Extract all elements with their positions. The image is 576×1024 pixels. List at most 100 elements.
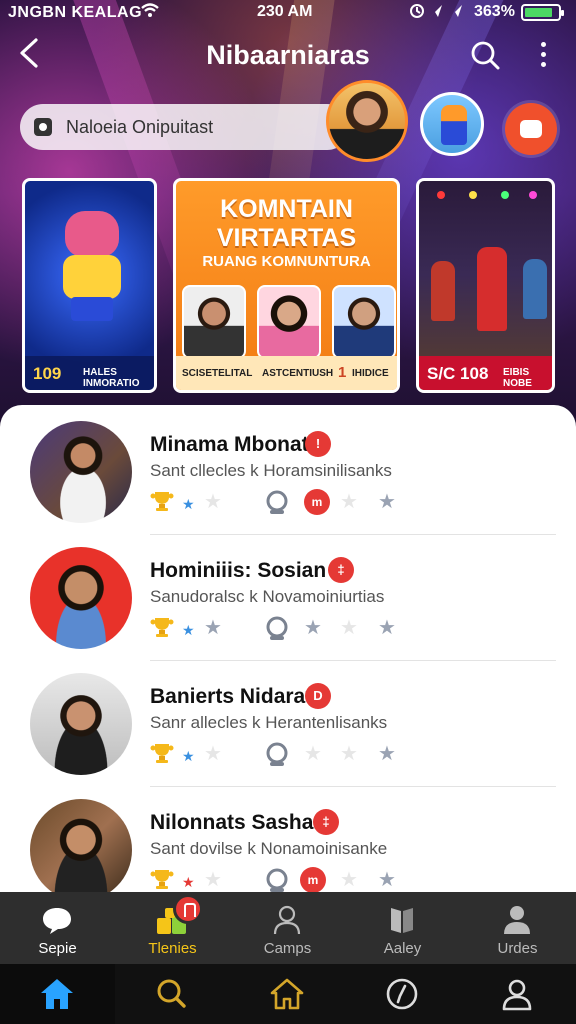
user-stats: ★ ★ ★ ★ ★: [150, 615, 410, 641]
search-badge-icon: [266, 742, 288, 766]
avatar-mascot[interactable]: [420, 92, 484, 156]
red-badge-icon: m: [300, 867, 326, 892]
user-stats: ★ ★ m ★ ★: [150, 489, 410, 515]
card-number: S/C 108: [427, 364, 489, 383]
search-badge-icon: [266, 616, 288, 640]
mascot-illustration: [57, 211, 127, 321]
book-icon: [391, 908, 413, 933]
search-button[interactable]: [470, 40, 500, 70]
nav-search[interactable]: [115, 964, 230, 1024]
card-subtitle: RUANG KOMNUNTURA: [202, 253, 371, 270]
camera-icon: [34, 118, 52, 136]
avatar-featured-host[interactable]: [326, 80, 408, 162]
featured-card-3[interactable]: S/C 108 EIBIS NOBE: [416, 178, 555, 393]
trophy-icon: [150, 492, 174, 511]
tab-label: Urdes: [497, 940, 538, 957]
mascot-figure: [441, 105, 467, 145]
trophy-icon: [150, 744, 174, 763]
card-label: ASTCENTIUSH: [262, 368, 334, 379]
card-number: 1: [338, 364, 347, 381]
tab-label: Aaley: [383, 940, 422, 957]
clock-time: 230 AM: [257, 3, 313, 20]
user-stats: ★ ★ ★ ★ ★: [150, 741, 410, 767]
live-button[interactable]: [505, 103, 557, 155]
search-badge-icon: [266, 868, 288, 892]
card-label: SCISETELITAL: [182, 368, 253, 379]
avatar: [30, 799, 132, 892]
search-icon: [157, 979, 186, 1008]
tab-aaley[interactable]: Aaley: [345, 892, 460, 964]
user-name: Nilonnats Sashari: [150, 811, 328, 834]
status-badge: ‡: [328, 557, 354, 583]
compass-icon: [386, 978, 418, 1010]
list-item[interactable]: Minama Mbonat ! Sant cllecles k Horamsin…: [0, 409, 576, 535]
user-subtitle: Sanr allecles k Herantenlisanks: [150, 713, 388, 732]
user-list: Minama Mbonat ! Sant cllecles k Horamsin…: [0, 405, 576, 892]
user-name: Hominiiis: Sosian: [150, 559, 327, 582]
nav-profile[interactable]: [460, 964, 575, 1024]
home-icon: [41, 979, 73, 1009]
status-bar: JNGBN KEALAG 230 AM 363%: [0, 0, 576, 26]
status-badge: !: [305, 431, 331, 457]
star-icon: ★: [378, 869, 396, 891]
person-figure: [431, 261, 455, 321]
video-icon: [520, 120, 542, 138]
portrait-photo: [257, 285, 321, 359]
star-icon: ★: [182, 622, 195, 638]
search-text: Naloeia Onipuitast: [66, 117, 214, 137]
card-title: KOMNTAIN VIRTARTAS: [216, 195, 357, 252]
user-name: Minama Mbonat: [150, 433, 309, 456]
card-footer: SCISETELITAL ASTCENTIUSH 1 IHIDICE: [176, 356, 397, 390]
user-name: Banierts Nidarat: [150, 685, 313, 708]
card-number: 109: [33, 364, 62, 383]
star-icon: ★: [304, 617, 322, 639]
stage-light: [437, 191, 445, 199]
user-icon: [504, 906, 530, 934]
battery-percent: 363%: [474, 3, 515, 20]
search-bar[interactable]: Naloeia Onipuitast: [20, 104, 350, 150]
list-item[interactable]: Hominiiis: Sosian ‡ Sanudoralsc k Novamo…: [0, 535, 576, 661]
nav-compass[interactable]: [345, 964, 460, 1024]
portrait-photo: [182, 285, 246, 359]
house-outline-icon: [270, 978, 304, 1010]
star-icon: ★: [340, 743, 358, 765]
card-footer: S/C 108 EIBIS NOBE: [419, 356, 552, 390]
star-icon: ★: [204, 491, 222, 513]
trophy-icon: [150, 618, 174, 637]
star-icon: ★: [378, 491, 396, 513]
card-label: HALES INMORATIO: [83, 367, 140, 389]
list-item[interactable]: Nilonnats Sashari ‡ Sant dovilse k Nonam…: [0, 787, 576, 892]
star-icon: ★: [340, 491, 358, 513]
person-figure: [523, 259, 547, 319]
user-subtitle: Sant cllecles k Horamsinilisanks: [150, 461, 392, 480]
bottom-nav: [0, 964, 576, 1024]
notification-badge: [173, 894, 203, 924]
tab-sepie[interactable]: Sepie: [0, 892, 115, 964]
battery-fill: [525, 8, 553, 17]
chat-bubble-icon: [43, 908, 71, 934]
nav-house[interactable]: [230, 964, 345, 1024]
profile-icon: [502, 979, 532, 1011]
tab-camps[interactable]: Camps: [230, 892, 345, 964]
featured-card-2[interactable]: KOMNTAIN VIRTARTAS RUANG KOMNUNTURA SCISE…: [173, 178, 400, 393]
tab-label: Tlenies: [148, 940, 197, 957]
card-footer: 109 HALES INMORATIO: [25, 356, 154, 390]
avatar: [30, 547, 132, 649]
star-icon: ★: [182, 748, 195, 764]
stage-light: [501, 191, 509, 199]
featured-card-1[interactable]: 109 HALES INMORATIO: [22, 178, 157, 393]
tab-urdes[interactable]: Urdes: [460, 892, 575, 964]
nav-home[interactable]: [0, 964, 115, 1024]
tab-label: Camps: [263, 940, 312, 957]
star-icon: ★: [182, 496, 195, 512]
person-icon: [273, 905, 301, 935]
list-item[interactable]: Banierts Nidarat D Sanr allecles k Heran…: [0, 661, 576, 787]
carrier-label: JNGBN KEALAG: [8, 4, 143, 21]
user-subtitle: Sanudoralsc k Novamoiniurtias: [150, 587, 385, 606]
avatar: [30, 421, 132, 523]
tab-tlenies[interactable]: Tlenies: [115, 892, 230, 964]
search-icon: [471, 41, 500, 70]
more-button[interactable]: [536, 42, 550, 72]
star-icon: ★: [204, 617, 222, 639]
star-icon: ★: [204, 743, 222, 765]
